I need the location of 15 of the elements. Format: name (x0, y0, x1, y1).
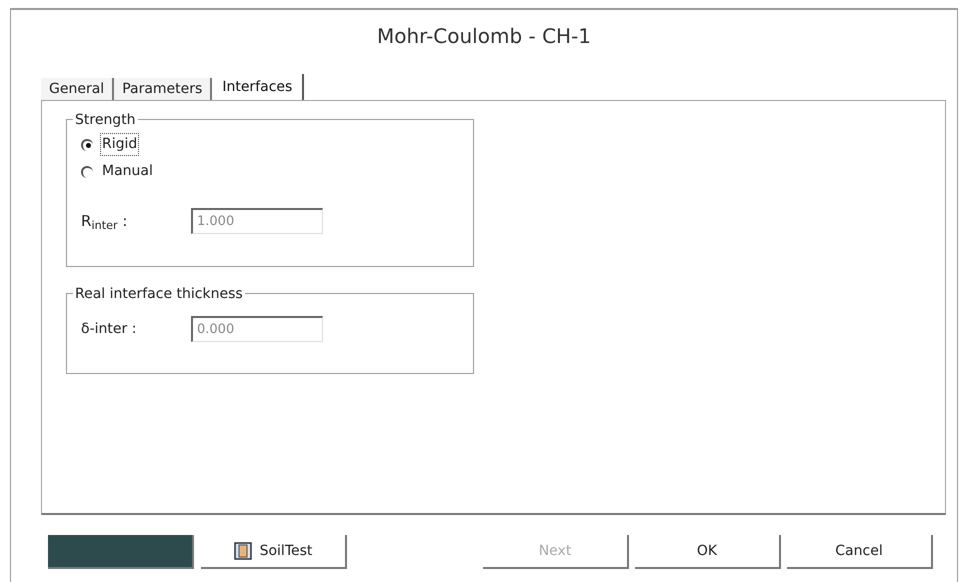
radio-label[interactable]: Rigid (101, 134, 138, 155)
field-label: R$_{inter}$ : (81, 210, 128, 232)
tab[interactable]: Parameters (114, 78, 212, 100)
field-label: δ-inter : (81, 320, 138, 338)
dialog-button[interactable]: Cancel (787, 535, 933, 569)
tab[interactable]: General (41, 78, 114, 100)
radio-button[interactable] (81, 166, 93, 178)
dialog-button[interactable]: OK (635, 535, 781, 569)
radio-button[interactable] (81, 138, 93, 150)
soil-sample-icon (234, 542, 252, 560)
input-field[interactable]: 0.000 (191, 316, 323, 342)
soiltest-button[interactable]: SoilTest (201, 535, 347, 569)
input-field[interactable]: 1.000 (191, 208, 323, 234)
window-title: Mohr-Coulomb - CH-1 (376, 23, 592, 50)
radio-label[interactable]: Manual (101, 161, 154, 182)
